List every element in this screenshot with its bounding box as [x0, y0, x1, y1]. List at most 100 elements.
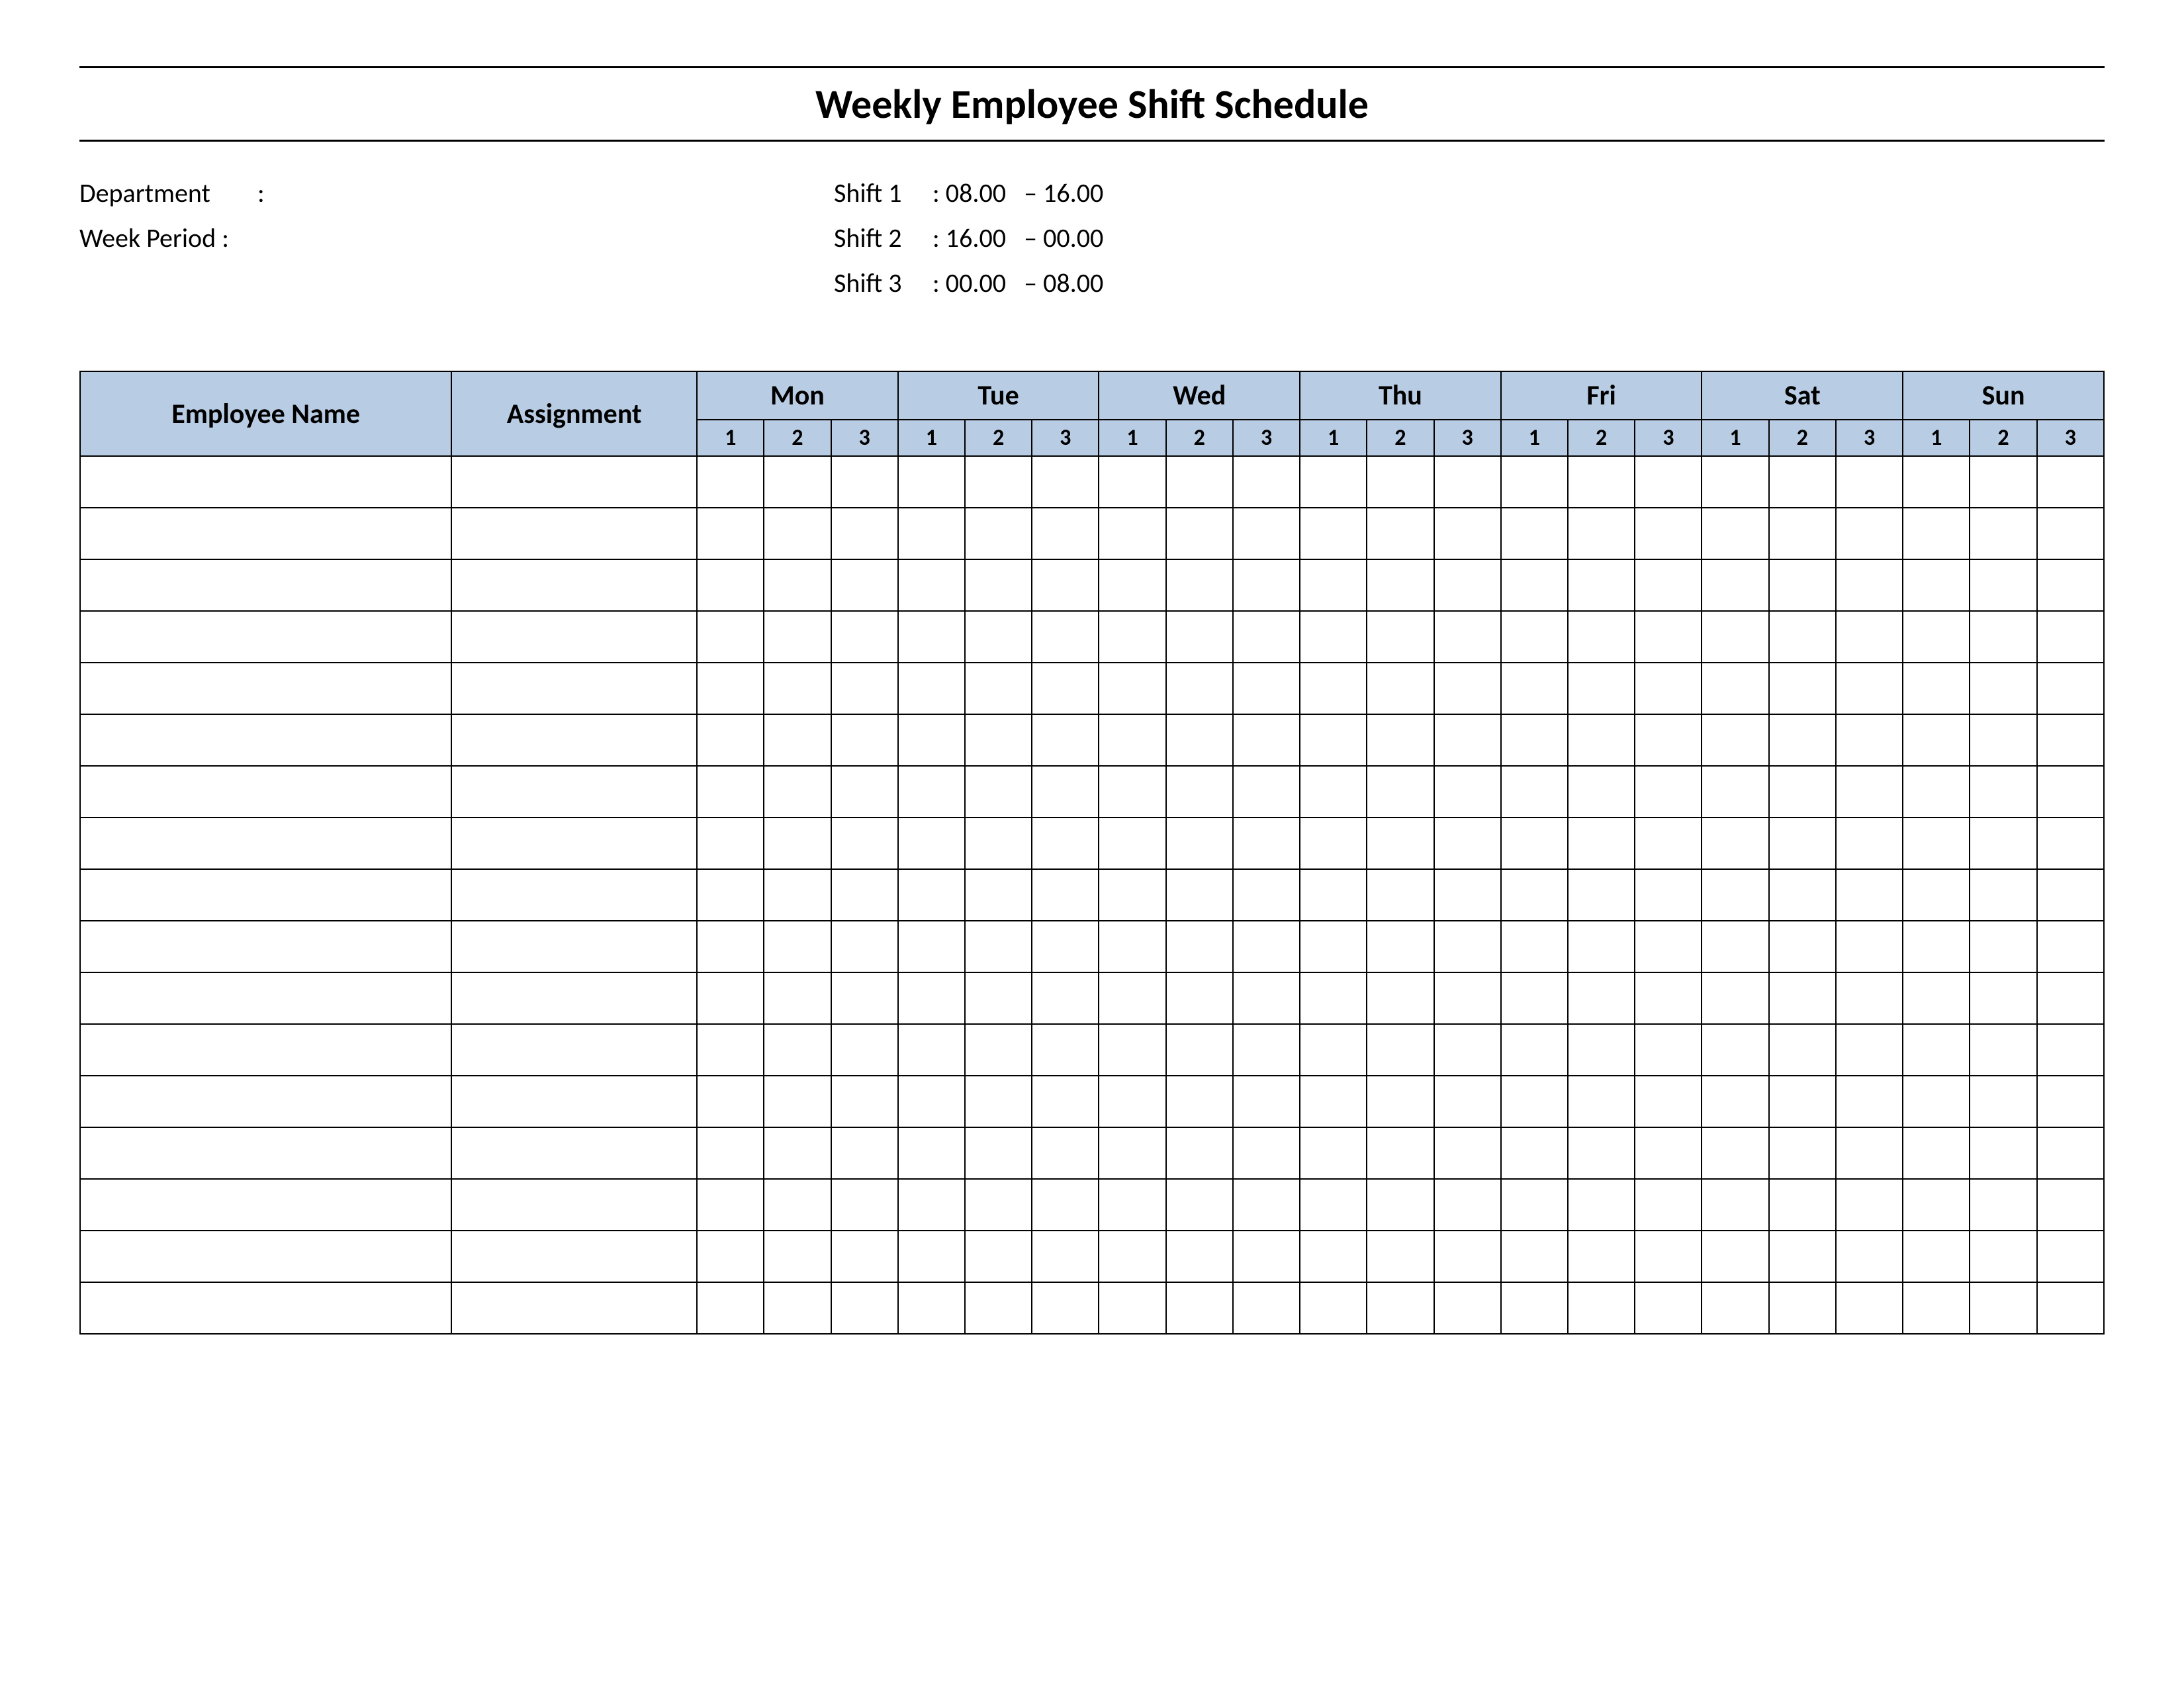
cell-shift[interactable]: [1970, 663, 2036, 714]
cell-assignment[interactable]: [451, 1282, 697, 1334]
cell-shift[interactable]: [1635, 611, 1702, 663]
cell-shift[interactable]: [1635, 456, 1702, 508]
cell-shift[interactable]: [1300, 972, 1367, 1024]
cell-shift[interactable]: [1635, 714, 1702, 766]
cell-shift[interactable]: [2037, 714, 2104, 766]
cell-shift[interactable]: [965, 559, 1032, 611]
cell-shift[interactable]: [831, 1231, 898, 1282]
cell-shift[interactable]: [1702, 1179, 1768, 1231]
cell-shift[interactable]: [1032, 508, 1099, 559]
cell-shift[interactable]: [764, 1076, 831, 1127]
cell-shift[interactable]: [1568, 508, 1635, 559]
cell-shift[interactable]: [1635, 972, 1702, 1024]
cell-shift[interactable]: [764, 559, 831, 611]
cell-shift[interactable]: [1367, 714, 1433, 766]
cell-shift[interactable]: [1635, 663, 1702, 714]
cell-shift[interactable]: [1300, 456, 1367, 508]
cell-shift[interactable]: [1166, 611, 1233, 663]
cell-shift[interactable]: [1836, 559, 1903, 611]
cell-shift[interactable]: [1434, 972, 1501, 1024]
cell-shift[interactable]: [898, 456, 965, 508]
cell-shift[interactable]: [697, 921, 764, 972]
cell-shift[interactable]: [1970, 869, 2036, 921]
cell-shift[interactable]: [1903, 972, 1970, 1024]
cell-shift[interactable]: [1434, 456, 1501, 508]
cell-shift[interactable]: [1568, 818, 1635, 869]
cell-shift[interactable]: [898, 508, 965, 559]
cell-shift[interactable]: [1032, 972, 1099, 1024]
cell-shift[interactable]: [1769, 456, 1836, 508]
cell-shift[interactable]: [764, 818, 831, 869]
cell-shift[interactable]: [965, 766, 1032, 818]
cell-shift[interactable]: [1501, 1231, 1568, 1282]
cell-shift[interactable]: [1434, 559, 1501, 611]
cell-shift[interactable]: [1300, 714, 1367, 766]
cell-shift[interactable]: [1099, 921, 1165, 972]
cell-employee-name[interactable]: [80, 663, 451, 714]
cell-shift[interactable]: [1836, 766, 1903, 818]
cell-shift[interactable]: [2037, 921, 2104, 972]
cell-shift[interactable]: [1836, 869, 1903, 921]
cell-shift[interactable]: [1702, 663, 1768, 714]
cell-shift[interactable]: [764, 869, 831, 921]
cell-employee-name[interactable]: [80, 1127, 451, 1179]
cell-shift[interactable]: [1836, 456, 1903, 508]
cell-shift[interactable]: [1635, 1024, 1702, 1076]
cell-shift[interactable]: [1501, 714, 1568, 766]
cell-shift[interactable]: [1635, 1282, 1702, 1334]
cell-shift[interactable]: [1769, 921, 1836, 972]
cell-shift[interactable]: [1568, 1179, 1635, 1231]
cell-shift[interactable]: [831, 1282, 898, 1334]
cell-shift[interactable]: [1166, 663, 1233, 714]
cell-shift[interactable]: [1903, 1179, 1970, 1231]
cell-shift[interactable]: [697, 1179, 764, 1231]
cell-shift[interactable]: [1166, 1282, 1233, 1334]
cell-shift[interactable]: [1568, 1282, 1635, 1334]
cell-shift[interactable]: [1635, 818, 1702, 869]
cell-shift[interactable]: [1099, 663, 1165, 714]
cell-shift[interactable]: [1836, 972, 1903, 1024]
cell-shift[interactable]: [1836, 1127, 1903, 1179]
cell-shift[interactable]: [1233, 1076, 1300, 1127]
cell-shift[interactable]: [1233, 714, 1300, 766]
cell-employee-name[interactable]: [80, 972, 451, 1024]
cell-shift[interactable]: [965, 1231, 1032, 1282]
cell-shift[interactable]: [1367, 869, 1433, 921]
cell-shift[interactable]: [831, 714, 898, 766]
cell-assignment[interactable]: [451, 1024, 697, 1076]
cell-assignment[interactable]: [451, 1076, 697, 1127]
cell-shift[interactable]: [1903, 1231, 1970, 1282]
cell-shift[interactable]: [1233, 818, 1300, 869]
cell-shift[interactable]: [1367, 1024, 1433, 1076]
cell-shift[interactable]: [1568, 1076, 1635, 1127]
cell-shift[interactable]: [1903, 1282, 1970, 1334]
cell-shift[interactable]: [764, 611, 831, 663]
cell-shift[interactable]: [1702, 766, 1768, 818]
cell-shift[interactable]: [1501, 972, 1568, 1024]
cell-shift[interactable]: [965, 921, 1032, 972]
cell-shift[interactable]: [1099, 1282, 1165, 1334]
cell-shift[interactable]: [697, 766, 764, 818]
cell-shift[interactable]: [2037, 1076, 2104, 1127]
cell-shift[interactable]: [2037, 869, 2104, 921]
cell-shift[interactable]: [1434, 1127, 1501, 1179]
cell-shift[interactable]: [1970, 1282, 2036, 1334]
cell-shift[interactable]: [1166, 818, 1233, 869]
cell-shift[interactable]: [1769, 1024, 1836, 1076]
cell-shift[interactable]: [1166, 1179, 1233, 1231]
cell-shift[interactable]: [1836, 818, 1903, 869]
cell-shift[interactable]: [1501, 1179, 1568, 1231]
cell-shift[interactable]: [1300, 1179, 1367, 1231]
cell-shift[interactable]: [1769, 818, 1836, 869]
cell-shift[interactable]: [1166, 766, 1233, 818]
cell-shift[interactable]: [1836, 714, 1903, 766]
cell-shift[interactable]: [1769, 663, 1836, 714]
cell-shift[interactable]: [1970, 766, 2036, 818]
cell-assignment[interactable]: [451, 869, 697, 921]
cell-shift[interactable]: [1836, 1076, 1903, 1127]
cell-shift[interactable]: [1367, 559, 1433, 611]
cell-shift[interactable]: [1970, 714, 2036, 766]
cell-shift[interactable]: [1300, 508, 1367, 559]
cell-shift[interactable]: [1367, 972, 1433, 1024]
cell-shift[interactable]: [965, 818, 1032, 869]
